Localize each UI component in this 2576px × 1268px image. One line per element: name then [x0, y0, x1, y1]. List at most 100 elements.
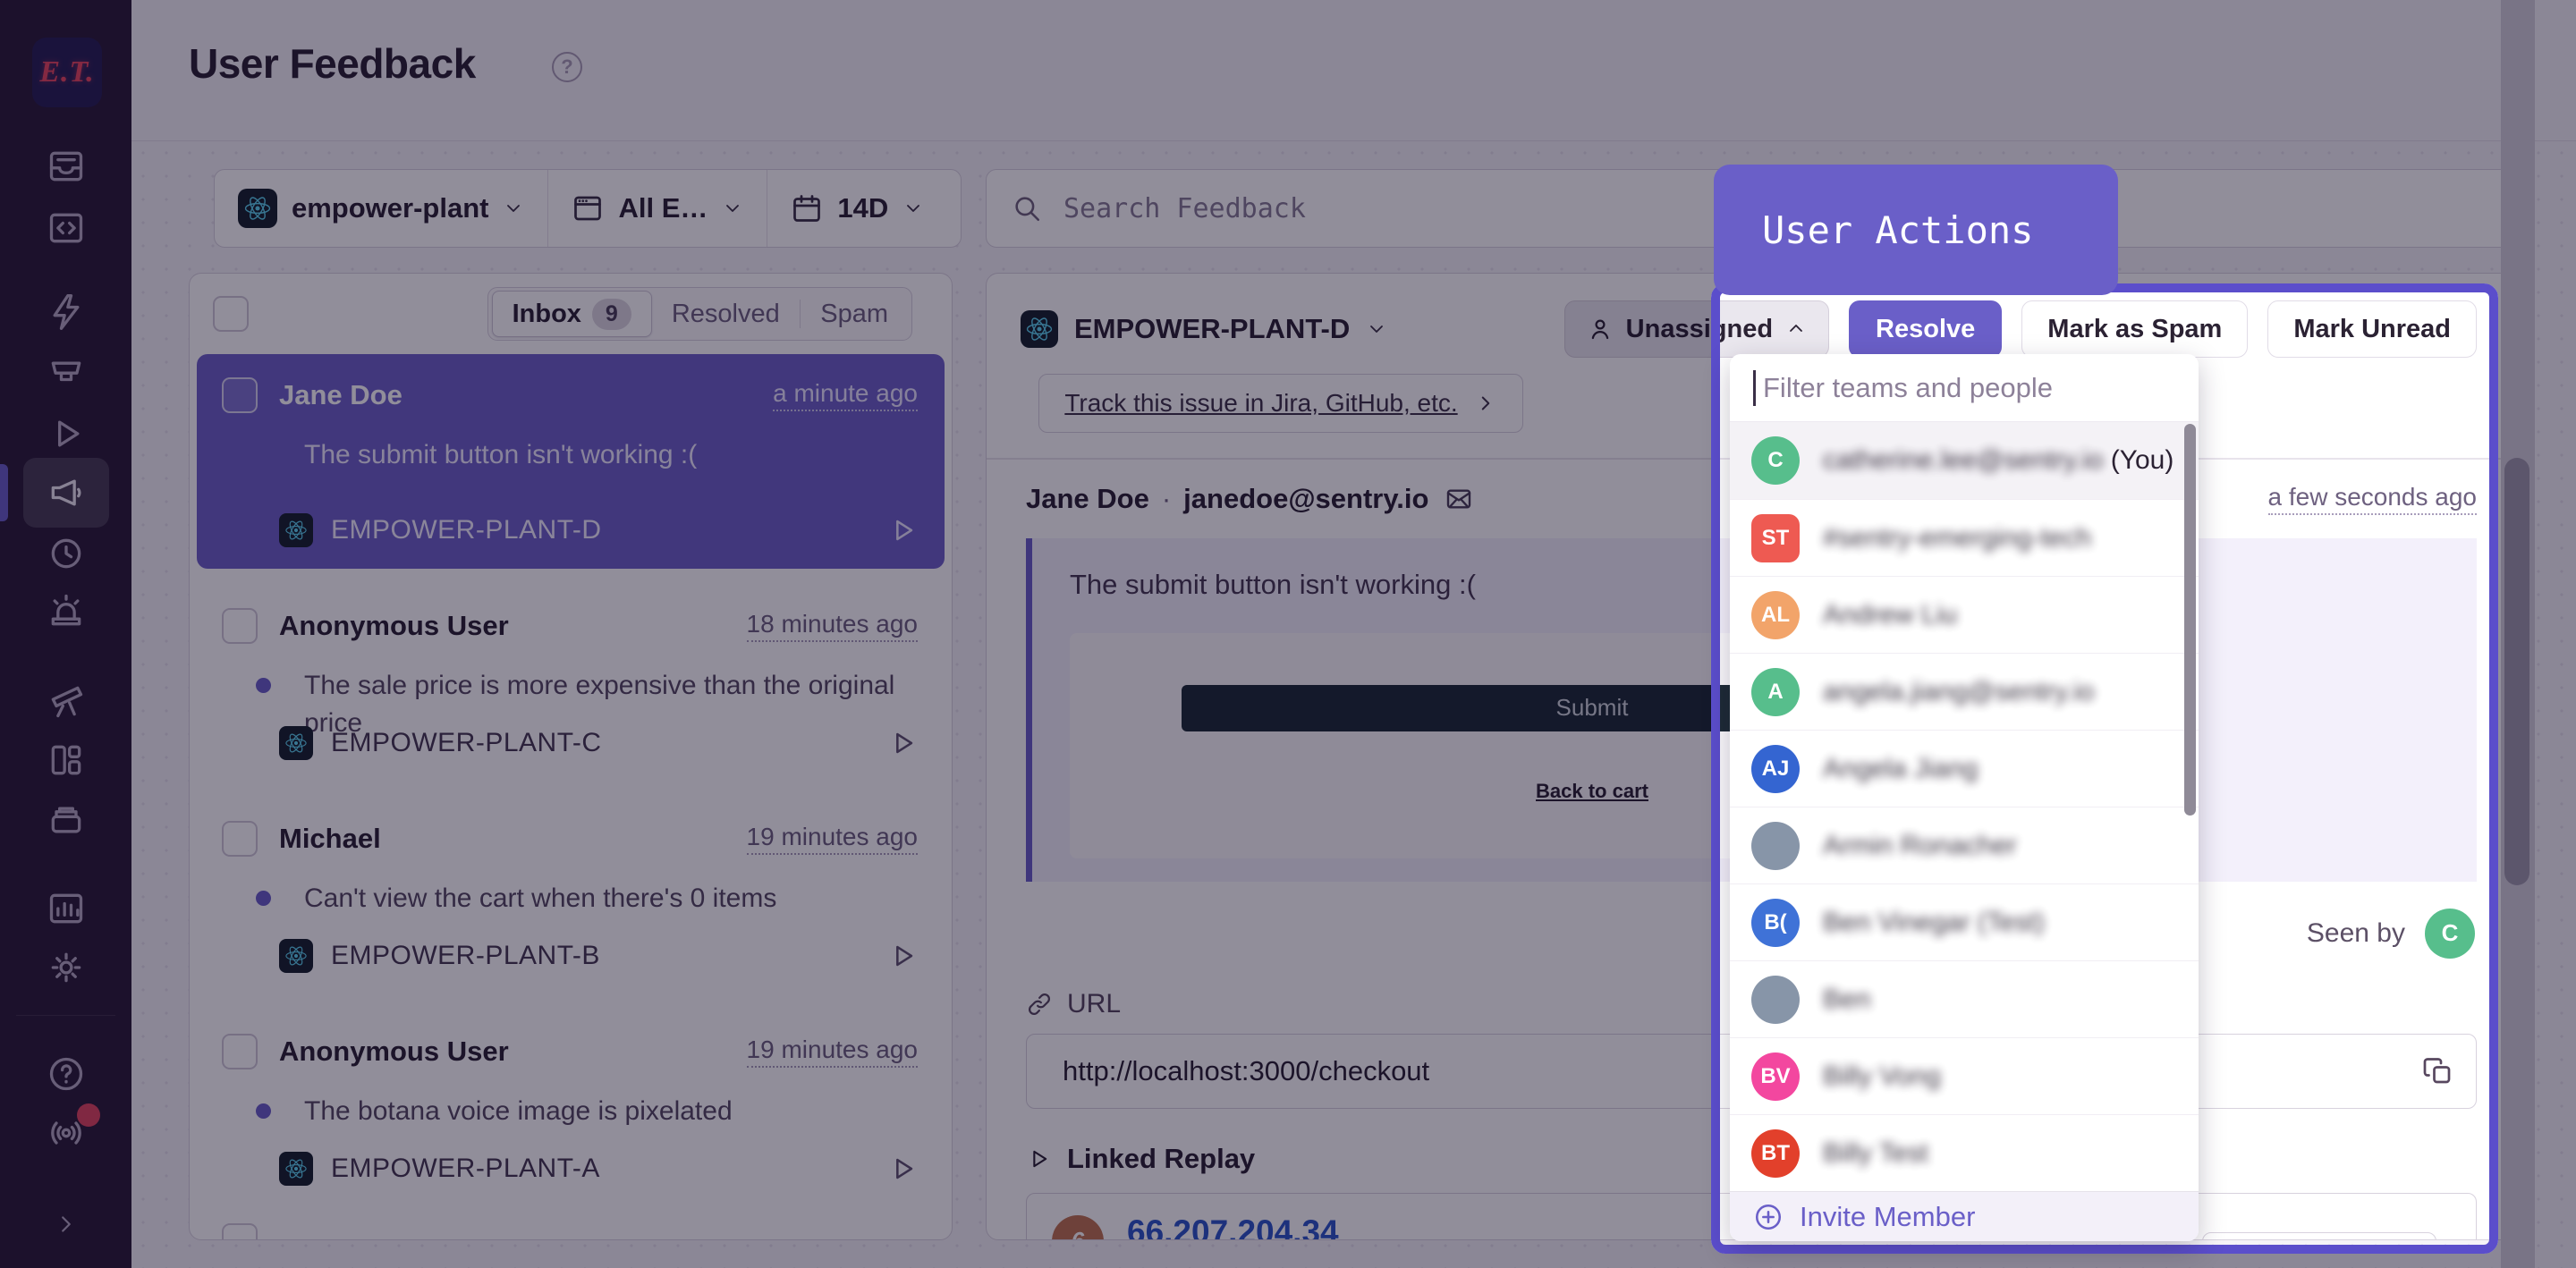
search-placeholder: Search Feedback: [1063, 193, 1306, 224]
avatar: ST: [1751, 514, 1800, 562]
person-icon: [1587, 316, 1614, 342]
assignee-option-label: Ben Vinegar (Test): [1823, 908, 2045, 938]
url-value: http://localhost:3000/checkout: [1063, 1055, 1429, 1087]
item-checkbox[interactable]: [222, 1223, 258, 1240]
replay-play-icon[interactable]: [887, 515, 918, 545]
tab-resolved[interactable]: Resolved: [652, 291, 800, 337]
sidebar-item-quickstart[interactable]: [23, 277, 109, 347]
gear-icon: [47, 948, 86, 987]
resolve-button[interactable]: Resolve: [1849, 300, 2002, 358]
item-checkbox[interactable]: [222, 377, 258, 413]
chevron-down-icon: [902, 198, 924, 219]
avatar: C: [1751, 436, 1800, 485]
see-full-replay-button[interactable]: See Full Replay: [2202, 1232, 2436, 1241]
item-checkbox[interactable]: [222, 1034, 258, 1069]
sidebar-item-projects[interactable]: [23, 785, 109, 855]
invite-member-button[interactable]: Invite Member: [1730, 1191, 2199, 1241]
mark-unread-label: Mark Unread: [2293, 315, 2451, 344]
assignee-option[interactable]: ST#sentry-emerging-tech: [1730, 499, 2199, 576]
calendar-icon: [791, 192, 823, 224]
assignee-option-label: catherine.lee@sentry.io (You): [1823, 445, 2174, 476]
play-outline-icon: [1026, 1146, 1051, 1171]
assignee-option-label: Billy Vong: [1823, 1061, 1941, 1092]
sidebar-collapse-button[interactable]: [23, 1189, 109, 1259]
mark-as-spam-button[interactable]: Mark as Spam: [2021, 300, 2248, 358]
help-icon: [47, 1054, 86, 1094]
chevron-up-icon: [1785, 318, 1807, 340]
list-item[interactable]: Anonymous User 18 minutes ago The sale p…: [197, 585, 945, 782]
sidebar-item-explore[interactable]: [23, 193, 109, 263]
chevron-right-icon: [1474, 392, 1497, 415]
tab-inbox[interactable]: Inbox 9: [492, 291, 652, 337]
lightning-icon: [47, 292, 86, 332]
assignee-option[interactable]: ARArmin Ronacher: [1730, 807, 2199, 883]
project-filter[interactable]: empower-plant: [215, 170, 547, 247]
replay-play-icon[interactable]: [887, 728, 918, 758]
assignee-option[interactable]: BTBilly Test: [1730, 1114, 2199, 1191]
inbox-count-badge: 9: [592, 299, 631, 330]
assignee-option[interactable]: BBen: [1730, 960, 2199, 1037]
environment-filter[interactable]: All E…: [547, 170, 767, 247]
replay-play-icon[interactable]: [887, 1154, 918, 1184]
chevron-right-icon: [53, 1211, 80, 1238]
assignee-option-label: Billy Test: [1823, 1138, 1928, 1169]
list-item[interactable]: Anonymous User 19 minutes ago The botana…: [197, 1010, 945, 1207]
bar-chart-icon: [47, 889, 86, 928]
item-author: Jane Doe: [279, 379, 402, 411]
help-tooltip-icon[interactable]: ?: [552, 52, 582, 82]
mark-unread-button[interactable]: Mark Unread: [2267, 300, 2477, 358]
assignee-option-label: Angela Jiang: [1823, 754, 1978, 784]
assignee-option[interactable]: BV Billy Vong: [1730, 1037, 2199, 1114]
dropdown-scrollbar-thumb[interactable]: [2184, 424, 2196, 816]
avatar: BV: [1751, 1052, 1800, 1101]
copy-url-button[interactable]: [2422, 1055, 2454, 1087]
envelope-icon[interactable]: [1445, 485, 1473, 513]
unread-dot: [256, 891, 271, 906]
assignee-button[interactable]: Unassigned: [1564, 300, 1829, 358]
assignee-label: Unassigned: [1626, 315, 1773, 344]
sidebar-item-feedback[interactable]: [23, 458, 109, 528]
telescope-icon: [47, 681, 86, 721]
item-checkbox[interactable]: [222, 821, 258, 857]
assignee-filter-input[interactable]: Filter teams and people: [1730, 354, 2199, 422]
clock-icon: [47, 534, 86, 573]
assignee-option[interactable]: AJAngela Jiang: [1730, 730, 2199, 807]
react-project-icon: [279, 726, 313, 760]
page-scrollbar-thumb[interactable]: [2504, 458, 2529, 885]
replay-play-icon[interactable]: [887, 941, 918, 971]
item-checkbox[interactable]: [222, 608, 258, 644]
list-item[interactable]: Michael 19 minutes ago Can't view the ca…: [197, 798, 945, 994]
item-project-row: EMPOWER-PLANT-A: [222, 1152, 918, 1186]
assignee-option[interactable]: ALAndrew Liu: [1730, 576, 2199, 653]
tab-spam[interactable]: Spam: [801, 291, 908, 337]
header-divider: [131, 140, 2576, 141]
feedback-timestamp[interactable]: a few seconds ago: [2268, 483, 2478, 515]
assignee-option-label: Ben: [1823, 985, 1870, 1015]
assignee-option[interactable]: C catherine.lee@sentry.io (You): [1730, 422, 2199, 499]
item-timestamp: 19 minutes ago: [747, 823, 918, 855]
project-filter-value: empower-plant: [292, 192, 488, 224]
list-item[interactable]: Jane Doe a minute ago The submit button …: [197, 354, 945, 569]
sidebar-item-issues[interactable]: [23, 131, 109, 201]
date-range-filter[interactable]: 14D: [767, 170, 947, 247]
track-issue-button[interactable]: Track this issue in Jira, GitHub, etc.: [1038, 374, 1523, 433]
assignee-option[interactable]: Aangela.jiang@sentry.io: [1730, 653, 2199, 730]
author-separator: ·: [1162, 483, 1171, 515]
seen-by-avatar: C: [2425, 909, 2475, 959]
item-message: The botana voice image is pixelated: [222, 1093, 918, 1130]
org-logo[interactable]: E.T.: [32, 38, 102, 107]
detail-project-select[interactable]: EMPOWER-PLANT-D: [1021, 310, 1387, 348]
mailbox-tabs: Inbox 9 Resolved Spam: [487, 287, 912, 341]
avatar: A: [1751, 668, 1800, 716]
text-caret: [1753, 370, 1756, 406]
select-all-checkbox[interactable]: [213, 296, 249, 332]
tab-inbox-label: Inbox: [513, 300, 581, 329]
page-scrollbar-track[interactable]: [2501, 0, 2535, 1268]
sidebar-item-settings[interactable]: [23, 933, 109, 1002]
screenshot-back-link: Back to cart: [1536, 780, 1648, 803]
sidebar-item-alerts[interactable]: [23, 576, 109, 646]
assignee-options-list: C catherine.lee@sentry.io (You) ST#sentr…: [1730, 422, 2199, 1191]
item-author: Anonymous User: [279, 1036, 509, 1068]
assignee-option[interactable]: B(Ben Vinegar (Test): [1730, 883, 2199, 960]
megaphone-icon: [47, 473, 86, 512]
